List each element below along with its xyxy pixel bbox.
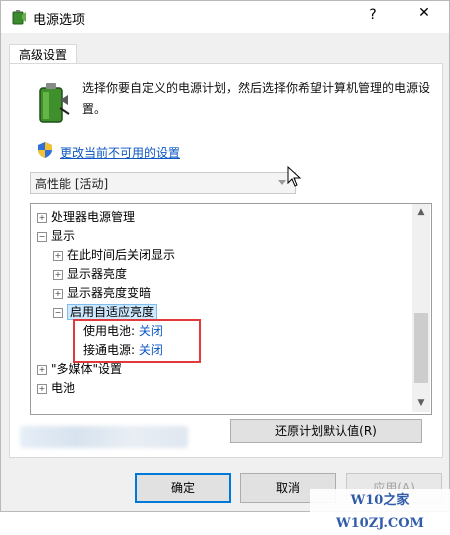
help-button[interactable]: ?: [361, 7, 385, 27]
collapse-icon[interactable]: −: [53, 307, 63, 318]
power-options-icon: [12, 10, 26, 25]
watermark-logo: W10之家 W10ZJ.COM: [310, 489, 450, 531]
expand-icon[interactable]: +: [53, 288, 63, 299]
expand-icon[interactable]: +: [53, 250, 63, 261]
tree-item-multimedia[interactable]: + "多媒体"设置: [37, 360, 122, 379]
advanced-settings-panel: 选择你要自定义的电源计划，然后选择你希望计算机管理的电源设置。 更改当前不可用的…: [9, 63, 443, 458]
close-button[interactable]: ✕: [409, 5, 439, 27]
chevron-down-icon[interactable]: [278, 180, 286, 185]
tree-item-label: 显示器亮度: [67, 267, 128, 281]
tree-item-label: 电池: [51, 381, 76, 395]
tree-item-battery[interactable]: + 电池: [37, 379, 75, 398]
settings-tree[interactable]: + 处理器电源管理 − 显示 + 在此时间后关闭显示 + 显示器亮度 + 显示器亮度变暗 …: [30, 203, 432, 415]
blurred-region: [20, 426, 188, 448]
tree-item-display[interactable]: − 显示: [37, 227, 75, 246]
tree-item-turn-off-display[interactable]: + 在此时间后关闭显示: [53, 246, 175, 265]
power-options-dialog: 电源选项 ? ✕ 高级设置 选择你要自定义的电源计划，然后选择你希望计算机管理的…: [0, 0, 450, 512]
mouse-cursor-icon: [287, 166, 302, 187]
vertical-scrollbar[interactable]: ▲ ▼: [412, 204, 430, 412]
restore-defaults-button[interactable]: 还原计划默认值(R): [230, 419, 422, 443]
tree-item-label: 在此时间后关闭显示: [67, 248, 176, 262]
tree-item-display-brightness[interactable]: + 显示器亮度: [53, 265, 127, 284]
uac-shield-icon: [38, 142, 52, 158]
tab-advanced-settings[interactable]: 高级设置: [9, 44, 77, 65]
title-bar[interactable]: 电源选项 ? ✕: [1, 1, 449, 33]
expand-icon[interactable]: +: [37, 364, 47, 375]
expand-icon[interactable]: +: [53, 269, 63, 280]
scroll-down-arrow-icon[interactable]: ▼: [412, 395, 430, 412]
plan-description: 选择你要自定义的电源计划，然后选择你希望计算机管理的电源设置。: [82, 81, 431, 116]
tree-item-label: 显示: [51, 229, 76, 243]
tree-item-label: 处理器电源管理: [51, 210, 136, 224]
power-plan-dropdown[interactable]: 高性能 [活动]: [30, 172, 296, 194]
change-unavailable-settings-link[interactable]: 更改当前不可用的设置: [60, 144, 180, 161]
tree-item-label: 启用自适应亮度: [67, 304, 158, 320]
expand-icon[interactable]: +: [37, 383, 47, 394]
tab-strip: 高级设置: [1, 33, 449, 65]
tree-item-label: 显示器亮度变暗: [67, 286, 152, 300]
window-title: 电源选项: [33, 13, 86, 28]
highlight-box: [73, 319, 201, 363]
tree-item-dimmed-brightness[interactable]: + 显示器亮度变暗: [53, 284, 151, 303]
scroll-up-arrow-icon[interactable]: ▲: [412, 204, 430, 221]
scrollbar-thumb[interactable]: [414, 313, 428, 383]
battery-icon: [39, 83, 70, 123]
ok-button[interactable]: 确定: [135, 473, 231, 503]
tree-item-label: "多媒体"设置: [51, 362, 123, 376]
collapse-icon[interactable]: −: [37, 231, 47, 242]
expand-icon[interactable]: +: [37, 212, 47, 223]
tree-item-processor-power[interactable]: + 处理器电源管理: [37, 208, 135, 227]
